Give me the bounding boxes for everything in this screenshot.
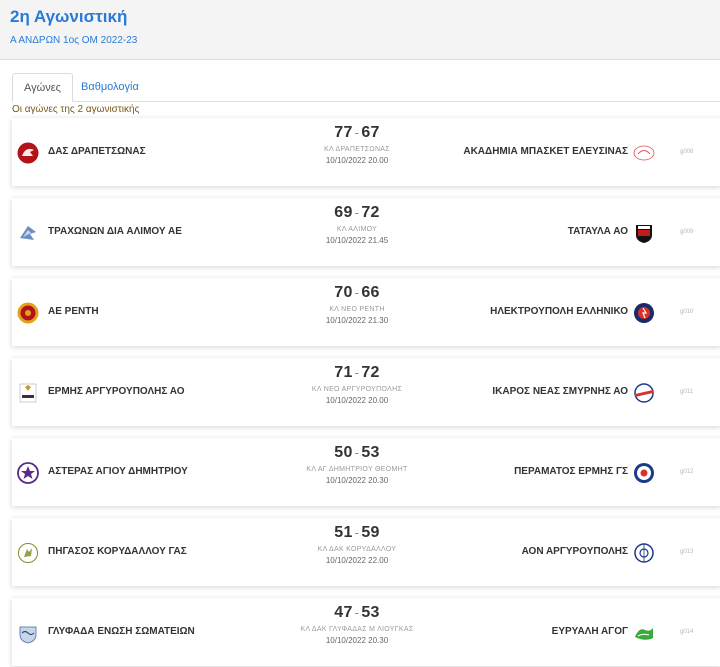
away-team-name[interactable]: ΑΚΑΔΗΜΙΑ ΜΠΑΣΚΕΤ ΕΛΕΥΣΙΝΑΣ [463, 146, 628, 157]
aon-logo-icon [634, 543, 654, 563]
game-code: g008 [680, 149, 694, 155]
away-score: 67 [361, 124, 380, 141]
away-team-name[interactable]: ΠΕΡΑΜΑΤΟΣ ΕΡΜΗΣ ΓΣ [514, 466, 628, 477]
game-card[interactable]: ΓΛΥΦΑΔΑ ΕΝΩΣΗ ΣΩΜΑΤΕΙΩΝ 47-53 ΚΛ ΔΑΚ ΓΛΥ… [12, 598, 720, 666]
game-card[interactable]: ΤΡΑΧΩΝΩΝ ΔΙΑ ΑΛΙΜΟΥ ΑΕ 69-72 ΚΛ ΑΛΙΜΟΥ 1… [12, 198, 720, 266]
venue: ΚΛ ΔΑΚ ΚΟΡΥΔΑΛΛΟΥ [317, 546, 397, 553]
venue: ΚΛ ΑΛΙΜΟΥ [336, 226, 378, 233]
match-info: 47-53 ΚΛ ΔΑΚ ΓΛΥΦΑΔΑΣ Μ ΛΙΟΥΓΚΑΣ 10/10/2… [252, 604, 462, 645]
score[interactable]: 47-53 [252, 604, 462, 622]
match-datetime: 10/10/2022 20.00 [325, 396, 389, 405]
page-title: 2η Αγωνιστική [10, 7, 128, 26]
match-info: 70-66 ΚΛ ΝΕΟ ΡΕΝΤΗ 10/10/2022 21.30 [252, 284, 462, 325]
match-info: 69-72 ΚΛ ΑΛΙΜΟΥ 10/10/2022 21.45 [252, 204, 462, 245]
away-score: 59 [361, 524, 380, 541]
game-code: g014 [680, 629, 694, 635]
home-team-name[interactable]: ΠΗΓΑΣΟΣ ΚΟΡΥΔΑΛΛΟΥ ΓΑΣ [48, 546, 187, 557]
match-datetime: 10/10/2022 22.00 [325, 556, 389, 565]
away-score: 66 [361, 284, 380, 301]
score[interactable]: 77-67 [252, 124, 462, 142]
venue: ΚΛ ΑΓ ΔΗΜΗΤΡΙΟΥ ΘΕΟΜΗΤ [306, 466, 408, 473]
score[interactable]: 70-66 [252, 284, 462, 302]
home-team-name[interactable]: ΕΡΜΗΣ ΑΡΓΥΡΟΥΠΟΛΗΣ ΑΟ [48, 386, 184, 397]
competition-subtitle[interactable]: Α ΑΝΔΡΩΝ 1ος ΟΜ 2022-23 [10, 35, 710, 46]
game-card[interactable]: ΑΣΤΕΡΑΣ ΑΓΙΟΥ ΔΗΜΗΤΡΙΟΥ 50-53 ΚΛ ΑΓ ΔΗΜΗ… [12, 438, 720, 506]
game-card[interactable]: ΕΡΜΗΣ ΑΡΓΥΡΟΥΠΟΛΗΣ ΑΟ 71-72 ΚΛ ΝΕΟ ΑΡΓΥΡ… [12, 358, 720, 426]
home-score: 69 [334, 204, 353, 221]
home-team-name[interactable]: ΓΛΥΦΑΔΑ ΕΝΩΣΗ ΣΩΜΑΤΕΙΩΝ [48, 626, 195, 637]
away-team-name[interactable]: ΗΛΕΚΤΡΟΥΠΟΛΗ ΕΛΛΗΝΙΚΟ [490, 306, 628, 317]
alimos-logo-icon [20, 226, 36, 240]
ikaros-logo-icon [634, 383, 654, 403]
home-team-name[interactable]: ΑΕ ΡΕΝΤΗ [48, 306, 99, 317]
page-header: 2η Αγωνιστική Α ΑΝΔΡΩΝ 1ος ΟΜ 2022-23 [0, 0, 720, 60]
match-datetime: 10/10/2022 20.30 [325, 636, 389, 645]
away-score: 53 [361, 444, 380, 461]
match-datetime: 10/10/2022 20.30 [325, 476, 389, 485]
away-team-name[interactable]: ΙΚΑΡΟΣ ΝΕΑΣ ΣΜΥΡΝΗΣ ΑΟ [492, 386, 628, 397]
game-code: g009 [680, 229, 694, 235]
game-code: g013 [680, 549, 694, 555]
ilektroupoli-logo-icon [634, 303, 654, 323]
away-score: 53 [361, 604, 380, 621]
match-info: 51-59 ΚΛ ΔΑΚ ΚΟΡΥΔΑΛΛΟΥ 10/10/2022 22.00 [252, 524, 462, 565]
home-score: 70 [334, 284, 353, 301]
venue: ΚΛ ΔΡΑΠΕΤΣΩΝΑΣ [324, 146, 390, 153]
game-code: g011 [680, 389, 693, 395]
score[interactable]: 51-59 [252, 524, 462, 542]
game-card[interactable]: ΠΗΓΑΣΟΣ ΚΟΡΥΔΑΛΛΟΥ ΓΑΣ 51-59 ΚΛ ΔΑΚ ΚΟΡΥ… [12, 518, 720, 586]
venue: ΚΛ ΝΕΟ ΑΡΓΥΡΟΥΠΟΛΗΣ [311, 386, 403, 393]
game-code: g010 [680, 309, 694, 315]
match-datetime: 10/10/2022 20.00 [325, 156, 389, 165]
drapetsona-logo-icon [17, 142, 39, 164]
home-score: 71 [334, 364, 353, 381]
game-code: g012 [680, 469, 694, 475]
away-score: 72 [361, 364, 380, 381]
asteras-logo-icon [17, 462, 39, 484]
away-team-name[interactable]: ΕΥΡΥΑΛΗ ΑΓΟΓ [552, 626, 628, 637]
score[interactable]: 71-72 [252, 364, 462, 382]
match-info: 77-67 ΚΛ ΔΡΑΠΕΤΣΩΝΑΣ 10/10/2022 20.00 [252, 124, 462, 165]
tatavla-logo-icon [636, 225, 652, 243]
home-team-name[interactable]: ΑΣΤΕΡΑΣ ΑΓΙΟΥ ΔΗΜΗΤΡΙΟΥ [48, 466, 188, 477]
home-score: 77 [334, 124, 353, 141]
match-datetime: 10/10/2022 21.45 [325, 236, 389, 245]
away-score: 72 [361, 204, 380, 221]
match-datetime: 10/10/2022 21.30 [325, 316, 389, 325]
match-info: 71-72 ΚΛ ΝΕΟ ΑΡΓΥΡΟΥΠΟΛΗΣ 10/10/2022 20.… [252, 364, 462, 405]
home-score: 51 [334, 524, 353, 541]
elefsina-logo-icon [633, 145, 655, 161]
pigasos-logo-icon [18, 543, 38, 563]
games-caption: Οι αγώνες της 2 αγωνιστικής [12, 104, 140, 115]
ermis-logo-icon [19, 383, 37, 403]
score[interactable]: 69-72 [252, 204, 462, 222]
renti-logo-icon [17, 302, 39, 324]
away-team-name[interactable]: ΑΟΝ ΑΡΓΥΡΟΥΠΟΛΗΣ [522, 546, 628, 557]
tab-bar: Αγώνες Βαθμολογία [12, 73, 720, 102]
home-team-name[interactable]: ΤΡΑΧΩΝΩΝ ΔΙΑ ΑΛΙΜΟΥ ΑΕ [48, 226, 182, 237]
score[interactable]: 50-53 [252, 444, 462, 462]
home-score: 47 [334, 604, 353, 621]
evryali-logo-icon [635, 628, 653, 640]
venue: ΚΛ ΝΕΟ ΡΕΝΤΗ [329, 306, 385, 313]
tab-standings[interactable]: Βαθμολογία [70, 73, 150, 102]
game-card[interactable]: ΑΕ ΡΕΝΤΗ 70-66 ΚΛ ΝΕΟ ΡΕΝΤΗ 10/10/2022 2… [12, 278, 720, 346]
away-team-name[interactable]: ΤΑΤΑΥΛΑ ΑΟ [568, 226, 628, 237]
match-info: 50-53 ΚΛ ΑΓ ΔΗΜΗΤΡΙΟΥ ΘΕΟΜΗΤ 10/10/2022 … [252, 444, 462, 485]
glyfada-logo-icon [19, 626, 37, 644]
venue: ΚΛ ΔΑΚ ΓΛΥΦΑΔΑΣ Μ ΛΙΟΥΓΚΑΣ [300, 626, 414, 633]
game-card[interactable]: ΔΑΣ ΔΡΑΠΕΤΣΩΝΑΣ 77-67 ΚΛ ΔΡΑΠΕΤΣΩΝΑΣ 10/… [12, 118, 720, 186]
home-score: 50 [334, 444, 353, 461]
tab-games[interactable]: Αγώνες [12, 73, 73, 102]
peramatos-logo-icon [634, 463, 654, 483]
home-team-name[interactable]: ΔΑΣ ΔΡΑΠΕΤΣΩΝΑΣ [48, 146, 146, 157]
